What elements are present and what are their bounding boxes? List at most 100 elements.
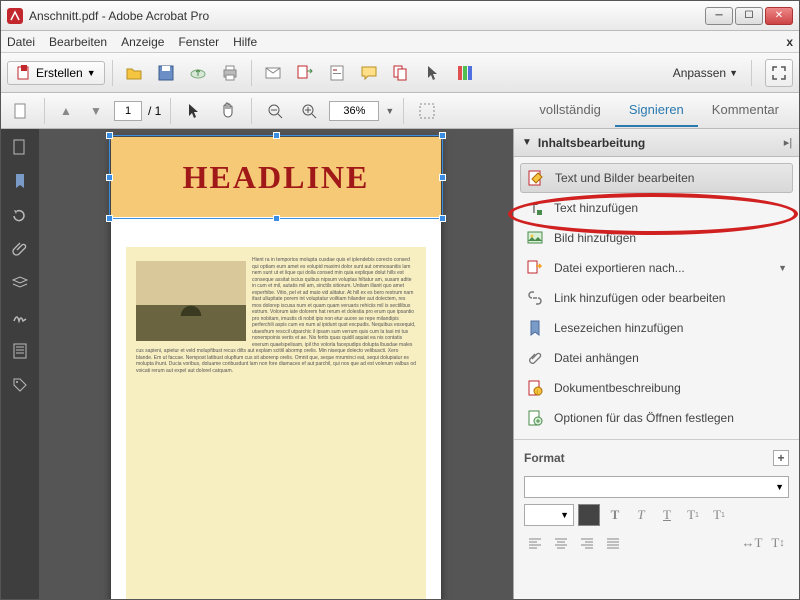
prev-page-button[interactable]: ▲ (54, 99, 78, 123)
tool-edit-text-images[interactable]: Text und Bilder bearbeiten (520, 163, 793, 193)
convert-button[interactable] (291, 59, 319, 87)
close-button[interactable]: ✕ (765, 7, 793, 25)
headline-block[interactable]: HEADLINE (111, 137, 441, 217)
font-size-dropdown[interactable]: ▼ (524, 504, 574, 526)
menu-datei[interactable]: Datei (7, 35, 35, 49)
attachments-icon[interactable] (10, 239, 30, 259)
add-text-icon: T (526, 199, 544, 217)
superscript-button[interactable]: T1 (682, 504, 704, 526)
undo-icon[interactable] (10, 205, 30, 225)
tool-add-image[interactable]: Bild hinzufügen (514, 223, 799, 253)
subscript-button[interactable]: T1 (708, 504, 730, 526)
paperclip-icon (526, 349, 544, 367)
separator (403, 98, 404, 124)
bookmarks-icon[interactable] (10, 171, 30, 191)
create-button[interactable]: Erstellen ▼ (7, 61, 105, 85)
tool-label: Dokumentbeschreibung (554, 381, 681, 395)
separator (112, 60, 113, 86)
customize-label: Anpassen (673, 66, 726, 80)
menu-fenster[interactable]: Fenster (178, 35, 219, 49)
tool-label: Text und Bilder bearbeiten (555, 171, 694, 185)
customize-button[interactable]: Anpassen ▼ (667, 63, 744, 83)
tab-vollstaendig[interactable]: vollständig (525, 94, 614, 127)
thumbnails-icon[interactable] (10, 137, 30, 157)
form-button[interactable] (323, 59, 351, 87)
main-area: HEADLINE Hient ra in temporios molupta c… (1, 129, 799, 599)
pdf-page: HEADLINE Hient ra in temporios molupta c… (111, 137, 441, 599)
dropdown-icon: ▼ (775, 482, 784, 492)
titlebar: Anschnitt.pdf - Adobe Acrobat Pro ─ ☐ ✕ (1, 1, 799, 31)
vertical-scale-button[interactable]: T↕ (767, 532, 789, 554)
tool-attach-file[interactable]: Datei anhängen (514, 343, 799, 373)
body-text-block[interactable]: Hient ra in temporios molupta cusdae qui… (126, 247, 426, 599)
window-title: Anschnitt.pdf - Adobe Acrobat Pro (29, 9, 705, 23)
page-number-input[interactable] (114, 101, 142, 121)
tool-doc-description[interactable]: i Dokumentbeschreibung (514, 373, 799, 403)
open-button[interactable] (120, 59, 148, 87)
next-page-button[interactable]: ▼ (84, 99, 108, 123)
select-tool-button[interactable] (419, 59, 447, 87)
align-left-button[interactable] (524, 532, 546, 554)
justify-button[interactable] (602, 532, 624, 554)
horizontal-scale-button[interactable]: ↔T (741, 532, 763, 554)
format-section: Format + ▼ ▼ T T T T1 T1 (514, 439, 799, 560)
layers-icon[interactable] (10, 273, 30, 293)
tool-add-text[interactable]: T Text hinzufügen (514, 193, 799, 223)
menu-hilfe[interactable]: Hilfe (233, 35, 257, 49)
font-family-dropdown[interactable]: ▼ (524, 476, 789, 498)
underline-button[interactable]: T (656, 504, 678, 526)
hand-tool-button[interactable] (214, 97, 242, 125)
document-viewport[interactable]: HEADLINE Hient ra in temporios molupta c… (39, 129, 513, 599)
tags-icon[interactable] (10, 375, 30, 395)
tool-open-options[interactable]: Optionen für das Öffnen festlegen (514, 403, 799, 433)
comment-button[interactable] (355, 59, 383, 87)
combine-button[interactable] (387, 59, 415, 87)
tab-signieren[interactable]: Signieren (615, 94, 698, 127)
print-button[interactable] (216, 59, 244, 87)
dropdown-icon: ▼ (729, 68, 738, 78)
italic-button[interactable]: T (630, 504, 652, 526)
marquee-zoom-button[interactable] (413, 97, 441, 125)
separator (170, 98, 171, 124)
right-tabs: vollständig Signieren Kommentar (525, 94, 793, 127)
tool-add-link[interactable]: Link hinzufügen oder bearbeiten (514, 283, 799, 313)
zoom-in-button[interactable] (295, 97, 323, 125)
dropdown-icon[interactable]: ▼ (385, 106, 394, 116)
zoom-input[interactable] (329, 101, 379, 121)
align-right-button[interactable] (576, 532, 598, 554)
menu-anzeige[interactable]: Anzeige (121, 35, 164, 49)
color-button[interactable] (451, 59, 479, 87)
tab-kommentar[interactable]: Kommentar (698, 94, 793, 127)
fullscreen-button[interactable] (765, 59, 793, 87)
panel-title: Inhaltsbearbeitung (538, 136, 645, 150)
tool-label: Text hinzufügen (554, 201, 638, 215)
show-pages-button[interactable] (7, 97, 35, 125)
color-swatch[interactable] (578, 504, 600, 526)
format-label: Format (524, 451, 565, 465)
add-format-button[interactable]: + (773, 450, 789, 466)
minimize-button[interactable]: ─ (705, 7, 733, 25)
menu-bearbeiten[interactable]: Bearbeiten (49, 35, 107, 49)
tool-export-file[interactable]: Datei exportieren nach... ▼ (514, 253, 799, 283)
add-image-icon (526, 229, 544, 247)
tool-add-bookmark[interactable]: Lesezeichen hinzufügen (514, 313, 799, 343)
tool-label: Lesezeichen hinzufügen (554, 321, 683, 335)
panel-header-content-editing[interactable]: ▼ Inhaltsbearbeitung (514, 129, 799, 157)
open-options-icon (526, 409, 544, 427)
cloud-button[interactable] (184, 59, 212, 87)
align-center-button[interactable] (550, 532, 572, 554)
signatures-icon[interactable] (10, 307, 30, 327)
save-button[interactable] (152, 59, 180, 87)
collapse-panel-button[interactable]: ▸| (779, 133, 797, 151)
create-pdf-icon (16, 65, 32, 81)
menubar-close-icon[interactable]: x (786, 35, 793, 49)
format-header[interactable]: Format + (524, 446, 789, 470)
pointer-tool-button[interactable] (180, 97, 208, 125)
menubar: Datei Bearbeiten Anzeige Fenster Hilfe x (1, 31, 799, 53)
articles-icon[interactable] (10, 341, 30, 361)
zoom-out-button[interactable] (261, 97, 289, 125)
panel-item-list: Text und Bilder bearbeiten T Text hinzuf… (514, 157, 799, 439)
maximize-button[interactable]: ☐ (735, 7, 763, 25)
email-button[interactable] (259, 59, 287, 87)
bold-button[interactable]: T (604, 504, 626, 526)
